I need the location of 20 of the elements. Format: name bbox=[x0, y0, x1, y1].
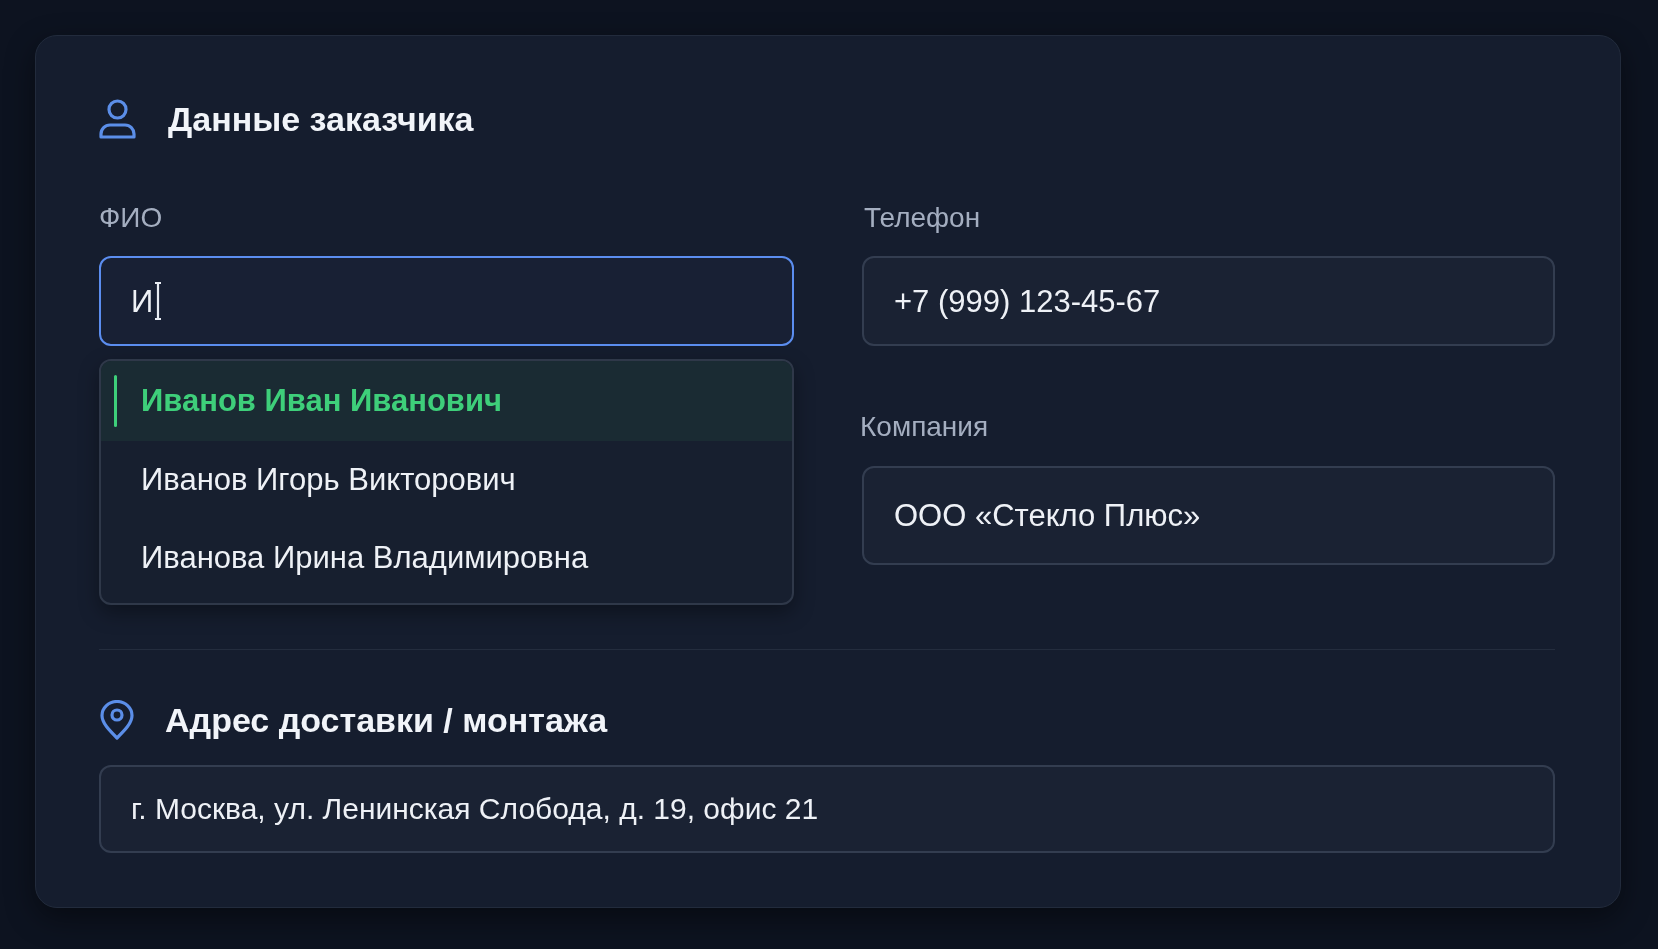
input-value: г. Москва, ул. Ленинская Слобода, д. 19, офис 21 bbox=[131, 794, 819, 824]
input-field[interactable]: г. Москва, ул. Ленинская Слобода, д. 19, офис 21 bbox=[99, 765, 1555, 853]
person-icon bbox=[99, 98, 136, 140]
input-value: И bbox=[131, 285, 154, 317]
text-cursor-icon bbox=[154, 281, 163, 321]
section-title: Данные заказчика bbox=[168, 102, 474, 136]
input-field[interactable]: +7 (999) 123-45-67 bbox=[862, 256, 1555, 346]
section-title: Адрес доставки / монтажа bbox=[165, 703, 608, 737]
field-label: ФИО bbox=[99, 203, 163, 233]
selection-bar-icon bbox=[114, 375, 117, 427]
input-value: +7 (999) 123-45-67 bbox=[894, 285, 1161, 317]
input-field[interactable]: ООО «Стекло Плюс» bbox=[862, 466, 1555, 565]
suggestion-item[interactable]: Иванов Иван Иванович bbox=[101, 361, 792, 441]
map-pin-icon bbox=[99, 700, 135, 740]
field-label: Телефон bbox=[864, 203, 981, 233]
input-field[interactable]: И bbox=[99, 256, 794, 346]
suggestion-item[interactable]: Иванова Ирина Владимировна bbox=[101, 519, 792, 597]
suggestion-item[interactable]: Иванов Игорь Викторович bbox=[101, 441, 792, 519]
input-value: ООО «Стекло Плюс» bbox=[894, 500, 1201, 531]
field-label: Компания bbox=[860, 412, 989, 442]
